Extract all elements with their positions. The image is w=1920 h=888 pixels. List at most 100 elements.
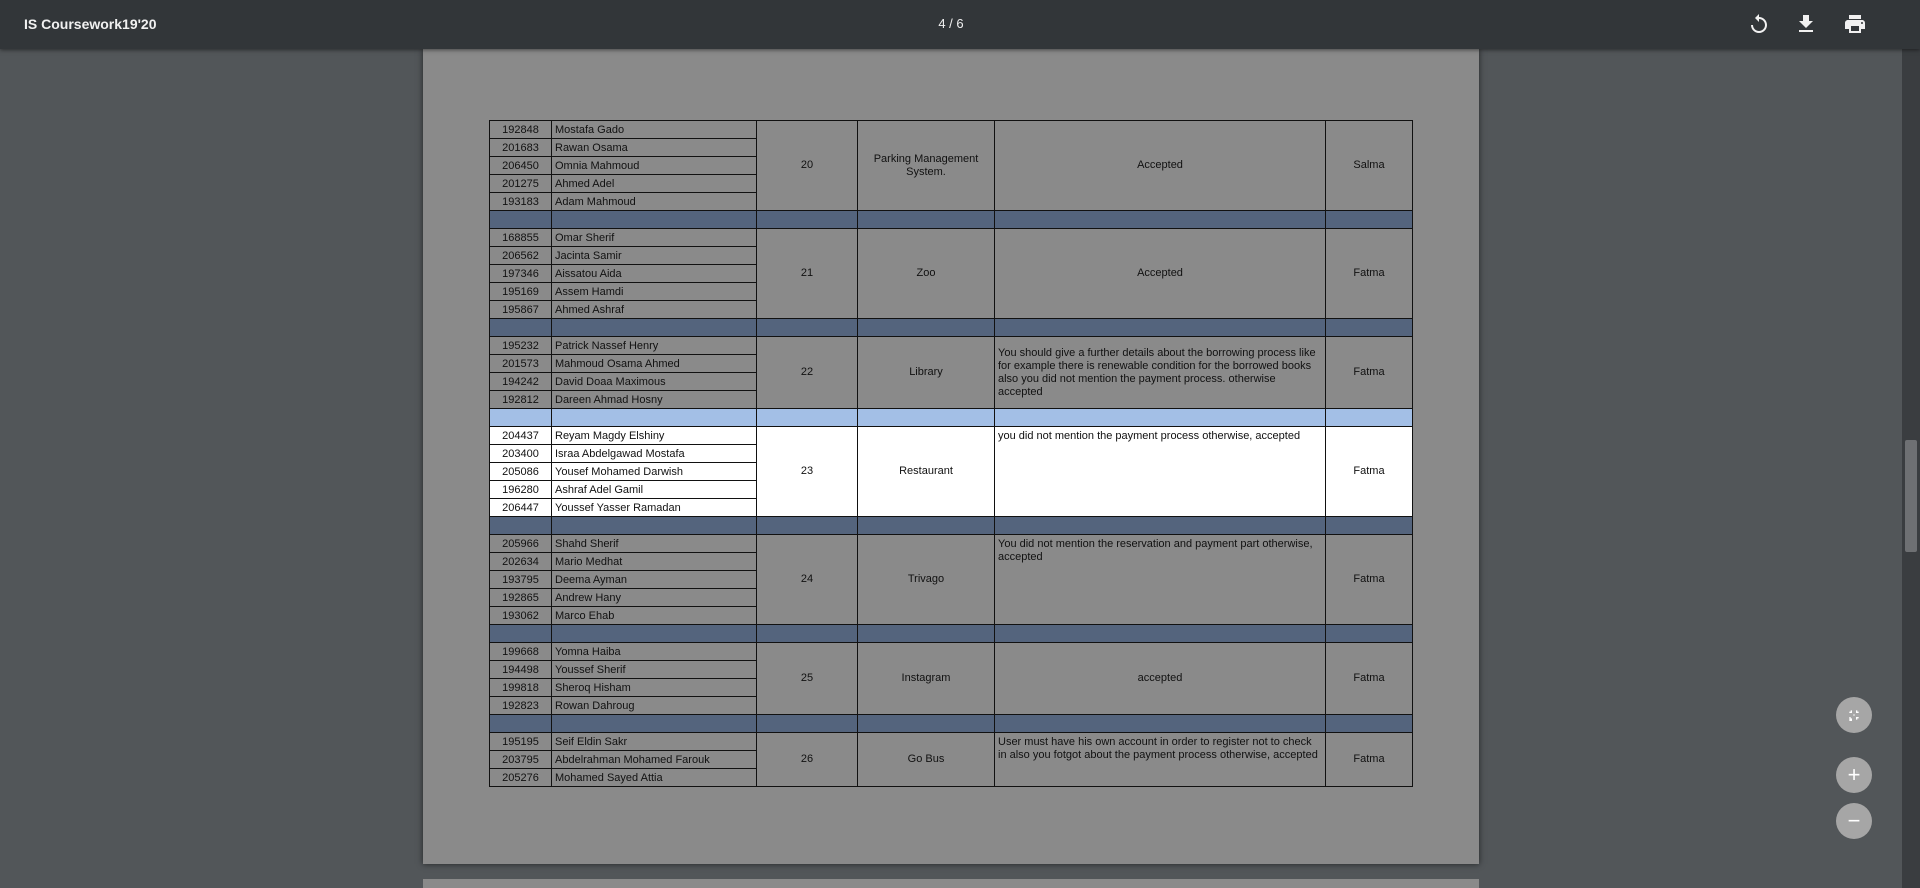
- table-row: 199668 Yomna Haiba 25 Instagram accepted Fatm…: [489, 642, 1413, 715]
- separator-cell: [857, 318, 995, 337]
- separator-cell: [1325, 318, 1413, 337]
- group-number: 24: [756, 534, 858, 625]
- student-name: Patrick Nassef Henry: [551, 336, 757, 355]
- next-pdf-page: [423, 879, 1479, 888]
- project-title: Instagram: [857, 642, 995, 715]
- student-id: 206562: [489, 246, 552, 265]
- student-name: Yomna Haiba: [551, 642, 757, 661]
- student-id: 194498: [489, 660, 552, 679]
- scrollbar-thumb[interactable]: [1905, 440, 1917, 552]
- student-name: Adam Mahmoud: [551, 192, 757, 211]
- student-id: 205276: [489, 768, 552, 787]
- separator-cell: [857, 408, 995, 427]
- separator-cell: [1325, 624, 1413, 643]
- feedback: you did not mention the payment process …: [994, 426, 1326, 517]
- separator-cell: [756, 408, 858, 427]
- separator-cell: [551, 516, 757, 535]
- separator-cell: [994, 624, 1326, 643]
- student-id: 197346: [489, 264, 552, 283]
- feedback: Accepted: [994, 228, 1326, 319]
- separator-cell: [756, 714, 858, 733]
- student-name: Omar Sherif: [551, 228, 757, 247]
- student-name: Assem Hamdi: [551, 282, 757, 301]
- separator-cell: [551, 624, 757, 643]
- student-id: 199668: [489, 642, 552, 661]
- separator-cell: [994, 516, 1326, 535]
- rotate-icon[interactable]: [1747, 12, 1771, 36]
- separator-cell: [1325, 714, 1413, 733]
- student-id: 192823: [489, 696, 552, 715]
- student-id: 204437: [489, 426, 552, 445]
- separator-row: [489, 210, 1413, 229]
- feedback: accepted: [994, 642, 1326, 715]
- separator-cell: [1325, 408, 1413, 427]
- group-block: 199668 Yomna Haiba 25 Instagram accepted Fatm…: [489, 642, 1413, 715]
- table-row: 205966 Shahd Sherif 24 Trivago You did not m…: [489, 534, 1413, 625]
- group-block: 192848 Mostafa Gado 20 Parking Management S…: [489, 120, 1413, 211]
- group-number: 22: [756, 336, 858, 409]
- separator-row: [489, 408, 1413, 427]
- student-id: 196280: [489, 480, 552, 499]
- separator-cell: [756, 318, 858, 337]
- grades-table: 192848 Mostafa Gado 20 Parking Management S…: [489, 120, 1413, 787]
- student-name: Marco Ehab: [551, 606, 757, 625]
- grader-name: Fatma: [1325, 426, 1413, 517]
- group-block: 195195 Seif Eldin Sakr 26 Go Bus User must h…: [489, 732, 1413, 787]
- project-title: Go Bus: [857, 732, 995, 787]
- student-id: 205086: [489, 462, 552, 481]
- student-id: 192812: [489, 390, 552, 409]
- student-name: Ashraf Adel Gamil: [551, 480, 757, 499]
- zoom-in-button[interactable]: +: [1836, 757, 1872, 793]
- student-id: 199818: [489, 678, 552, 697]
- separator-cell: [857, 516, 995, 535]
- student-name: Yousef Mohamed Darwish: [551, 462, 757, 481]
- project-title: Zoo: [857, 228, 995, 319]
- student-name: Andrew Hany: [551, 588, 757, 607]
- separator-cell: [994, 714, 1326, 733]
- student-id: 201573: [489, 354, 552, 373]
- feedback: User must have his own account in order …: [994, 732, 1326, 787]
- separator-cell: [489, 318, 552, 337]
- group-number: 25: [756, 642, 858, 715]
- group-block: 195232 Patrick Nassef Henry 22 Library You …: [489, 336, 1413, 409]
- fit-to-page-button[interactable]: [1836, 697, 1872, 733]
- separator-cell: [756, 624, 858, 643]
- student-name: Youssef Yasser Ramadan: [551, 498, 757, 517]
- student-name: Mahmoud Osama Ahmed: [551, 354, 757, 373]
- separator-cell: [857, 714, 995, 733]
- separator-cell: [857, 624, 995, 643]
- student-name: Reyam Magdy Elshiny: [551, 426, 757, 445]
- group-number: 21: [756, 228, 858, 319]
- student-name: Sheroq Hisham: [551, 678, 757, 697]
- student-name: Mario Medhat: [551, 552, 757, 571]
- student-name: Ahmed Ashraf: [551, 300, 757, 319]
- table-row: 195232 Patrick Nassef Henry 22 Library You …: [489, 336, 1413, 409]
- separator-row: [489, 318, 1413, 337]
- zoom-out-icon: −: [1847, 808, 1861, 833]
- print-icon[interactable]: [1843, 12, 1867, 36]
- zoom-out-button[interactable]: −: [1836, 803, 1872, 839]
- student-name: Deema Ayman: [551, 570, 757, 589]
- student-id: 168855: [489, 228, 552, 247]
- download-icon[interactable]: [1794, 12, 1818, 36]
- group-block: 168855 Omar Sherif 21 Zoo Accepted Fatma 20656…: [489, 228, 1413, 319]
- separator-cell: [994, 318, 1326, 337]
- grader-name: Fatma: [1325, 732, 1413, 787]
- student-id: 203400: [489, 444, 552, 463]
- separator-cell: [994, 210, 1326, 229]
- student-name: Youssef Sherif: [551, 660, 757, 679]
- student-id: 201683: [489, 138, 552, 157]
- table-row: 168855 Omar Sherif 21 Zoo Accepted Fatma: [489, 228, 1413, 319]
- fit-to-page-icon: [1849, 710, 1859, 721]
- group-number: 20: [756, 120, 858, 211]
- separator-cell: [489, 624, 552, 643]
- table-row: 195195 Seif Eldin Sakr 26 Go Bus User must h…: [489, 732, 1413, 787]
- separator-cell: [551, 210, 757, 229]
- student-id: 195232: [489, 336, 552, 355]
- separator-cell: [1325, 516, 1413, 535]
- student-name: Aissatou Aida: [551, 264, 757, 283]
- student-id: 195169: [489, 282, 552, 301]
- student-id: 206447: [489, 498, 552, 517]
- separator-cell: [756, 516, 858, 535]
- feedback: Accepted: [994, 120, 1326, 211]
